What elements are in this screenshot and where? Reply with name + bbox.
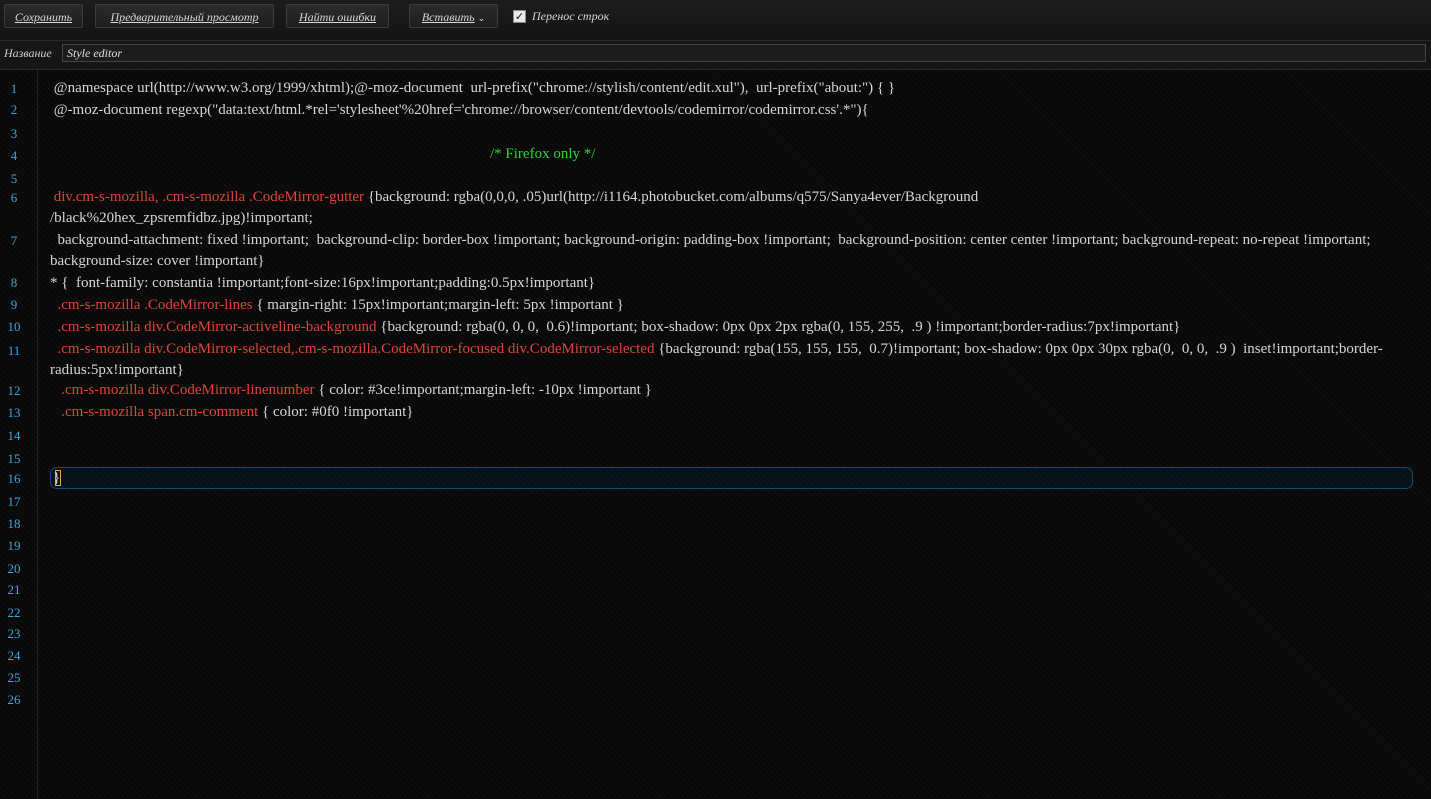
code-line-1[interactable]: @namespace url(http://www.w3.org/1999/xh… [50, 78, 1420, 99]
text-cursor [55, 470, 61, 486]
line-number: 25 [7, 670, 21, 685]
code-line-16[interactable]: } [53, 468, 1423, 489]
line-number: 24 [7, 648, 21, 663]
line-number: 19 [7, 538, 21, 553]
line-number: 11 [7, 343, 21, 358]
line-number: 16 [7, 471, 21, 486]
code-line-10[interactable]: .cm-s-mozilla div.CodeMirror-activeline-… [50, 317, 1420, 338]
line-number: 1 [10, 81, 18, 96]
line-number: 14 [7, 428, 21, 443]
line-number: 20 [7, 561, 21, 576]
name-label: Название [4, 46, 52, 60]
line-number: 12 [7, 383, 21, 398]
code-line-8[interactable]: * { font-family: constantia !important;f… [50, 273, 1420, 294]
line-number: 9 [10, 297, 18, 312]
name-bar: Название Style editor [0, 41, 1431, 70]
save-button[interactable]: Сохранить [4, 4, 83, 28]
line-number: 10 [7, 319, 21, 334]
code-line-13[interactable]: .cm-s-mozilla span.cm-comment { color: #… [50, 402, 1420, 423]
line-number: 5 [10, 171, 18, 186]
preview-button[interactable]: Предварительный просмотр [95, 4, 274, 28]
find-errors-button[interactable]: Найти ошибки [286, 4, 389, 28]
code-line-11[interactable]: .cm-s-mozilla div.CodeMirror-selected,.c… [50, 339, 1420, 381]
line-number: 21 [7, 582, 21, 597]
line-number: 3 [10, 126, 18, 141]
line-number: 7 [10, 233, 18, 248]
line-number-gutter: 1 2 3 4 5 6 7 8 9 10 11 12 13 14 15 16 17 18 19 20 21 22 23 24 2… [0, 70, 38, 799]
insert-dropdown-button[interactable]: Вставить ⌄ [409, 4, 498, 28]
line-number: 17 [7, 494, 21, 509]
code-line-9[interactable]: .cm-s-mozilla .CodeMirror-lines { margin… [50, 295, 1420, 316]
line-number: 4 [10, 148, 18, 163]
line-number: 6 [10, 190, 18, 205]
line-number: 26 [7, 692, 21, 707]
line-number: 8 [10, 275, 18, 290]
line-number: 13 [7, 405, 21, 420]
code-line-4[interactable]: /* Firefox only */ [490, 144, 890, 165]
code-line-6[interactable]: div.cm-s-mozilla, .cm-s-mozilla .CodeMir… [50, 187, 1150, 229]
code-line-2[interactable]: @-moz-document regexp("data:text/html.*r… [50, 100, 1420, 121]
word-wrap-label[interactable]: Перенос строк [532, 9, 609, 24]
line-number: 2 [10, 102, 18, 117]
code-line-7[interactable]: background-attachment: fixed !important;… [50, 230, 1420, 272]
toolbar: Сохранить Предварительный просмотр Найти… [0, 0, 1431, 41]
line-number: 18 [7, 516, 21, 531]
line-number: 22 [7, 605, 21, 620]
comment-text: /* Firefox only */ [490, 146, 596, 162]
name-input[interactable]: Style editor [62, 44, 1426, 62]
code-editor[interactable]: 1 2 3 4 5 6 7 8 9 10 11 12 13 14 15 16 17 18 19 20 21 22 23 24 2… [0, 70, 1431, 799]
code-line-12[interactable]: .cm-s-mozilla div.CodeMirror-linenumber … [50, 380, 1420, 401]
word-wrap-checkbox[interactable]: ✓ [513, 10, 526, 23]
line-number: 15 [7, 451, 21, 466]
chevron-down-icon: ⌄ [477, 13, 486, 23]
line-number: 23 [7, 626, 21, 641]
